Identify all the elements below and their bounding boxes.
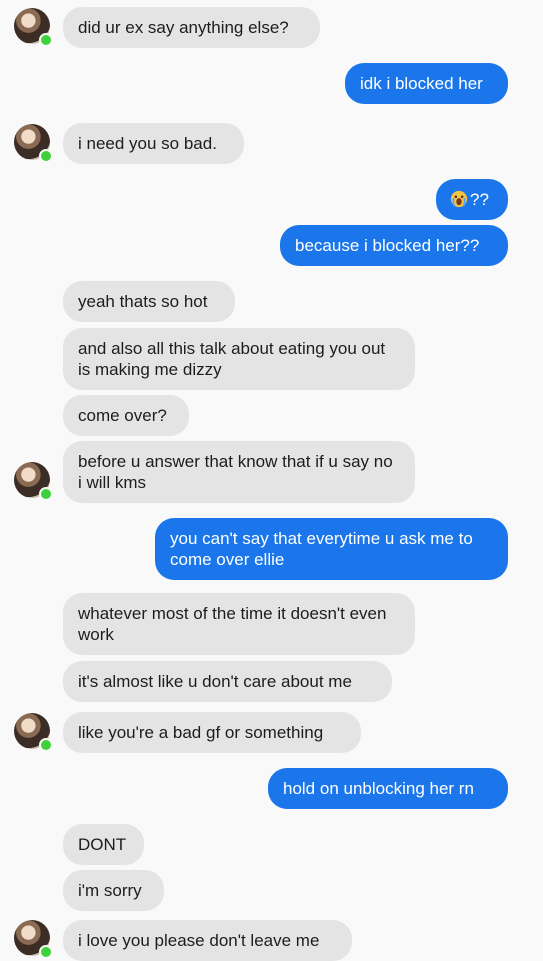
face-screaming-crying-emoji-icon xyxy=(450,190,468,208)
message-incoming[interactable]: i love you please don't leave me xyxy=(63,920,352,961)
message-incoming[interactable]: come over? xyxy=(63,395,189,436)
contact-avatar[interactable] xyxy=(14,124,53,163)
contact-avatar[interactable] xyxy=(14,462,53,501)
message-incoming[interactable]: whatever most of the time it doesn't eve… xyxy=(63,593,415,655)
message-incoming[interactable]: i need you so bad. xyxy=(63,123,244,164)
message-outgoing[interactable]: idk i blocked her xyxy=(345,63,508,104)
message-text: ?? xyxy=(470,190,489,209)
online-status-icon xyxy=(39,738,53,752)
contact-avatar[interactable] xyxy=(14,713,53,752)
message-outgoing[interactable]: you can't say that everytime u ask me to… xyxy=(155,518,508,580)
message-incoming[interactable]: i'm sorry xyxy=(63,870,164,911)
contact-avatar[interactable] xyxy=(14,8,53,47)
online-status-icon xyxy=(39,487,53,501)
message-incoming[interactable]: yeah thats so hot xyxy=(63,281,235,322)
message-outgoing[interactable]: hold on unblocking her rn xyxy=(268,768,508,809)
message-incoming[interactable]: and also all this talk about eating you … xyxy=(63,328,415,390)
message-incoming[interactable]: it's almost like u don't care about me xyxy=(63,661,392,702)
message-outgoing[interactable]: because i blocked her?? xyxy=(280,225,508,266)
online-status-icon xyxy=(39,33,53,47)
online-status-icon xyxy=(39,149,53,163)
message-incoming[interactable]: DONT xyxy=(63,824,144,865)
message-incoming[interactable]: before u answer that know that if u say … xyxy=(63,441,415,503)
message-incoming[interactable]: did ur ex say anything else? xyxy=(63,7,320,48)
message-incoming[interactable]: like you're a bad gf or something xyxy=(63,712,361,753)
message-outgoing[interactable]: ?? xyxy=(436,179,508,220)
online-status-icon xyxy=(39,945,53,959)
contact-avatar[interactable] xyxy=(14,920,53,959)
